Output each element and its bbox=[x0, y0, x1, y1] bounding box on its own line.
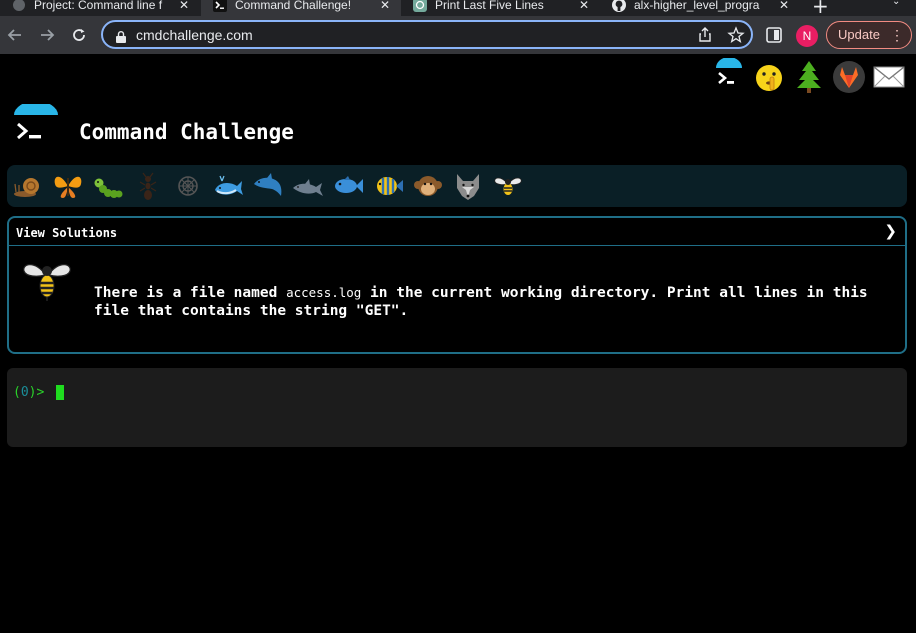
forward-button[interactable] bbox=[37, 25, 57, 45]
tab-title: Project: Command line f bbox=[34, 0, 163, 12]
extension-icon[interactable] bbox=[766, 27, 782, 43]
close-icon[interactable]: ✕ bbox=[576, 0, 592, 12]
envelope-icon[interactable] bbox=[872, 58, 906, 94]
bookmark-star-icon[interactable] bbox=[727, 26, 745, 44]
shell-level-icon[interactable] bbox=[172, 170, 204, 202]
bee-icon bbox=[21, 258, 73, 302]
exit-code: 0 bbox=[20, 385, 29, 400]
level-icon-bar bbox=[7, 165, 907, 207]
chevron-right-icon[interactable]: ❯ bbox=[884, 222, 897, 240]
address-bar[interactable]: cmdchallenge.com bbox=[101, 20, 753, 49]
project-favicon-icon bbox=[12, 0, 26, 12]
tab-title: Print Last Five Lines bbox=[435, 0, 544, 12]
cmdchallenge-icon[interactable] bbox=[712, 57, 746, 94]
page-content: Command Challenge View Solutions ❯ There… bbox=[0, 54, 916, 633]
challenge-description: There is a file named access.log in the … bbox=[94, 284, 894, 320]
profile-avatar[interactable]: N bbox=[796, 25, 818, 47]
new-tab-button[interactable]: + bbox=[812, 0, 829, 16]
close-icon[interactable]: ✕ bbox=[776, 0, 792, 12]
url-text[interactable]: cmdchallenge.com bbox=[136, 27, 253, 43]
shush-emoji-icon[interactable] bbox=[752, 58, 786, 94]
snail-level-icon[interactable] bbox=[12, 170, 44, 202]
whale-level-icon[interactable] bbox=[212, 170, 244, 202]
tab-print-last-five-lines[interactable]: Print Last Five Lines ✕ bbox=[401, 0, 600, 16]
back-button[interactable] bbox=[5, 25, 25, 45]
prompt-arrow: )> bbox=[28, 385, 45, 400]
tab-command-challenge[interactable]: Command Challenge! ✕ bbox=[201, 0, 401, 16]
browser-tab-strip: Project: Command line f ✕ Command Challe… bbox=[0, 0, 916, 16]
browser-toolbar: cmdchallenge.com N Update ⋮ bbox=[0, 16, 916, 54]
terminal-input[interactable]: (0)> bbox=[7, 368, 907, 447]
view-solutions-toggle[interactable]: View Solutions ❯ bbox=[9, 218, 905, 246]
bee-level-icon[interactable] bbox=[492, 170, 524, 202]
update-button[interactable]: Update ⋮ bbox=[826, 21, 912, 49]
challenge-text-before: There is a file named bbox=[94, 285, 287, 301]
fish-level-icon[interactable] bbox=[332, 170, 364, 202]
share-icon[interactable] bbox=[696, 26, 714, 44]
dolphin-small-level-icon[interactable] bbox=[292, 170, 324, 202]
terminal-favicon-icon bbox=[213, 0, 227, 12]
tab-alx-higher-level[interactable]: alx-higher_level_progra ✕ bbox=[600, 0, 800, 16]
butterfly-level-icon[interactable] bbox=[52, 170, 84, 202]
site-logo-icon bbox=[14, 101, 58, 148]
tropical-fish-level-icon[interactable] bbox=[372, 170, 404, 202]
prompt-open-paren: ( bbox=[13, 385, 21, 400]
tab-title: alx-higher_level_progra bbox=[634, 0, 760, 12]
close-icon[interactable]: ✕ bbox=[176, 0, 192, 12]
view-solutions-label[interactable]: View Solutions bbox=[16, 226, 117, 240]
tab-search-button[interactable]: ⌄ bbox=[892, 0, 900, 7]
monkey-level-icon[interactable] bbox=[412, 170, 444, 202]
caterpillar-level-icon[interactable] bbox=[92, 170, 124, 202]
update-label: Update bbox=[838, 27, 880, 42]
ant-level-icon[interactable] bbox=[132, 170, 164, 202]
challenge-filename: access.log bbox=[286, 285, 362, 300]
lock-icon[interactable] bbox=[116, 28, 126, 43]
kebab-menu-icon[interactable]: ⋮ bbox=[890, 22, 904, 48]
wolf-level-icon[interactable] bbox=[452, 170, 484, 202]
dolphin-level-icon[interactable] bbox=[252, 170, 284, 202]
github-favicon-icon bbox=[612, 0, 626, 12]
close-icon[interactable]: ✕ bbox=[377, 0, 393, 12]
chatgpt-favicon-icon bbox=[413, 0, 427, 12]
tree-icon[interactable] bbox=[792, 58, 826, 94]
page-title: Command Challenge bbox=[79, 120, 294, 144]
reload-button[interactable] bbox=[69, 25, 89, 45]
gitlab-icon[interactable] bbox=[832, 58, 866, 94]
tab-project[interactable]: Project: Command line f ✕ bbox=[0, 0, 200, 16]
terminal-cursor bbox=[56, 385, 64, 400]
challenge-panel: View Solutions ❯ There is a file named a… bbox=[7, 216, 907, 354]
tab-title: Command Challenge! bbox=[235, 0, 352, 12]
terminal-prompt: (0)> bbox=[13, 385, 44, 400]
